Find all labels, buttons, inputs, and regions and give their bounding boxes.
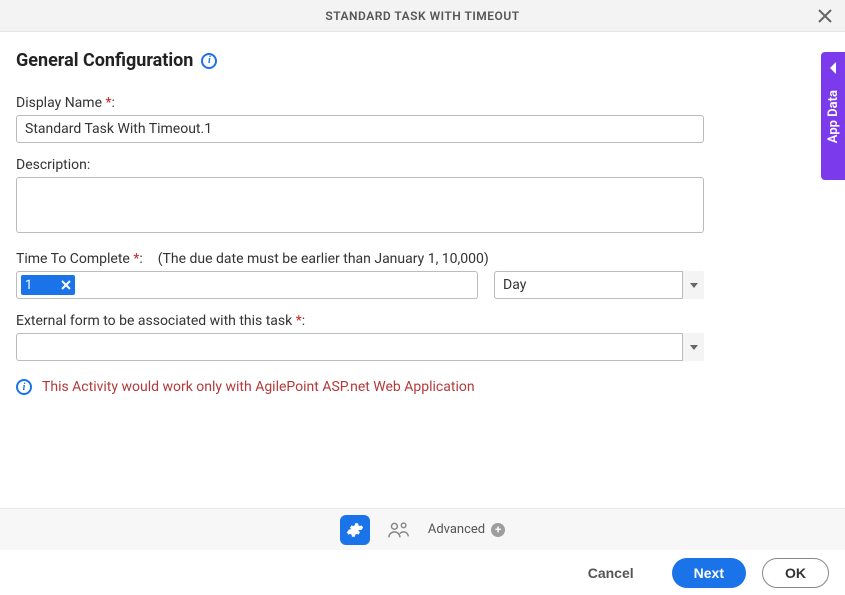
bottom-toolbar: Advanced +: [0, 508, 845, 550]
participants-icon: [388, 520, 410, 540]
advanced-toggle[interactable]: Advanced +: [428, 522, 505, 537]
app-data-label: App Data: [826, 90, 841, 143]
required-mark: *: [296, 313, 302, 329]
plus-icon: +: [491, 523, 505, 537]
ttc-label-text: Time To Complete: [16, 251, 130, 267]
gear-button[interactable]: [340, 515, 370, 545]
participants-button[interactable]: [384, 515, 414, 545]
close-icon[interactable]: [815, 6, 835, 26]
field-display-name: Display Name *:: [16, 95, 829, 143]
cancel-button[interactable]: Cancel: [566, 558, 656, 588]
ttc-token: 1: [21, 275, 75, 295]
warning-text: This Activity would work only with Agile…: [42, 379, 475, 395]
ttc-row: 1 Day: [16, 271, 829, 299]
external-form-select[interactable]: [16, 333, 704, 361]
info-icon: i: [16, 379, 32, 395]
section-title: General Configuration i: [16, 50, 217, 71]
warning-row: i This Activity would work only with Agi…: [16, 379, 829, 395]
display-name-label-text: Display Name: [16, 95, 102, 111]
required-mark: *: [105, 95, 111, 111]
ttc-unit-value: Day: [494, 271, 704, 299]
info-icon[interactable]: i: [201, 53, 217, 69]
external-form-label: External form to be associated with this…: [16, 313, 829, 329]
ttc-hint: (The due date must be earlier than Janua…: [158, 251, 489, 267]
ttc-label: Time To Complete *: (The due date must b…: [16, 251, 829, 267]
chevron-left-icon: [828, 62, 838, 74]
dialog-header: STANDARD TASK WITH TIMEOUT: [0, 0, 845, 32]
required-mark: *: [133, 251, 139, 267]
advanced-label: Advanced: [428, 522, 485, 537]
chevron-down-icon[interactable]: [682, 333, 704, 361]
external-form-value: [16, 333, 704, 361]
description-input[interactable]: [16, 177, 704, 233]
ttc-unit-select[interactable]: Day: [494, 271, 704, 299]
next-button[interactable]: Next: [672, 558, 746, 588]
display-name-label: Display Name *:: [16, 95, 829, 111]
clear-icon[interactable]: [59, 278, 73, 292]
field-external-form: External form to be associated with this…: [16, 313, 829, 365]
gear-icon: [346, 521, 364, 539]
description-label: Description:: [16, 157, 829, 173]
app-data-tab[interactable]: App Data: [821, 52, 845, 180]
external-form-label-text: External form to be associated with this…: [16, 313, 292, 329]
ttc-value: 1: [25, 278, 53, 293]
field-description: Description:: [16, 157, 829, 237]
chevron-down-icon[interactable]: [682, 271, 704, 299]
dialog-footer: Cancel Next OK: [0, 550, 845, 595]
field-time-to-complete: Time To Complete *: (The due date must b…: [16, 251, 829, 299]
display-name-input[interactable]: [16, 115, 704, 143]
ttc-number-input[interactable]: 1: [16, 271, 478, 299]
ok-button[interactable]: OK: [762, 558, 829, 588]
dialog-title: STANDARD TASK WITH TIMEOUT: [325, 9, 519, 23]
section-title-text: General Configuration: [16, 50, 193, 71]
dialog-content: General Configuration i Display Name *: …: [0, 32, 845, 508]
